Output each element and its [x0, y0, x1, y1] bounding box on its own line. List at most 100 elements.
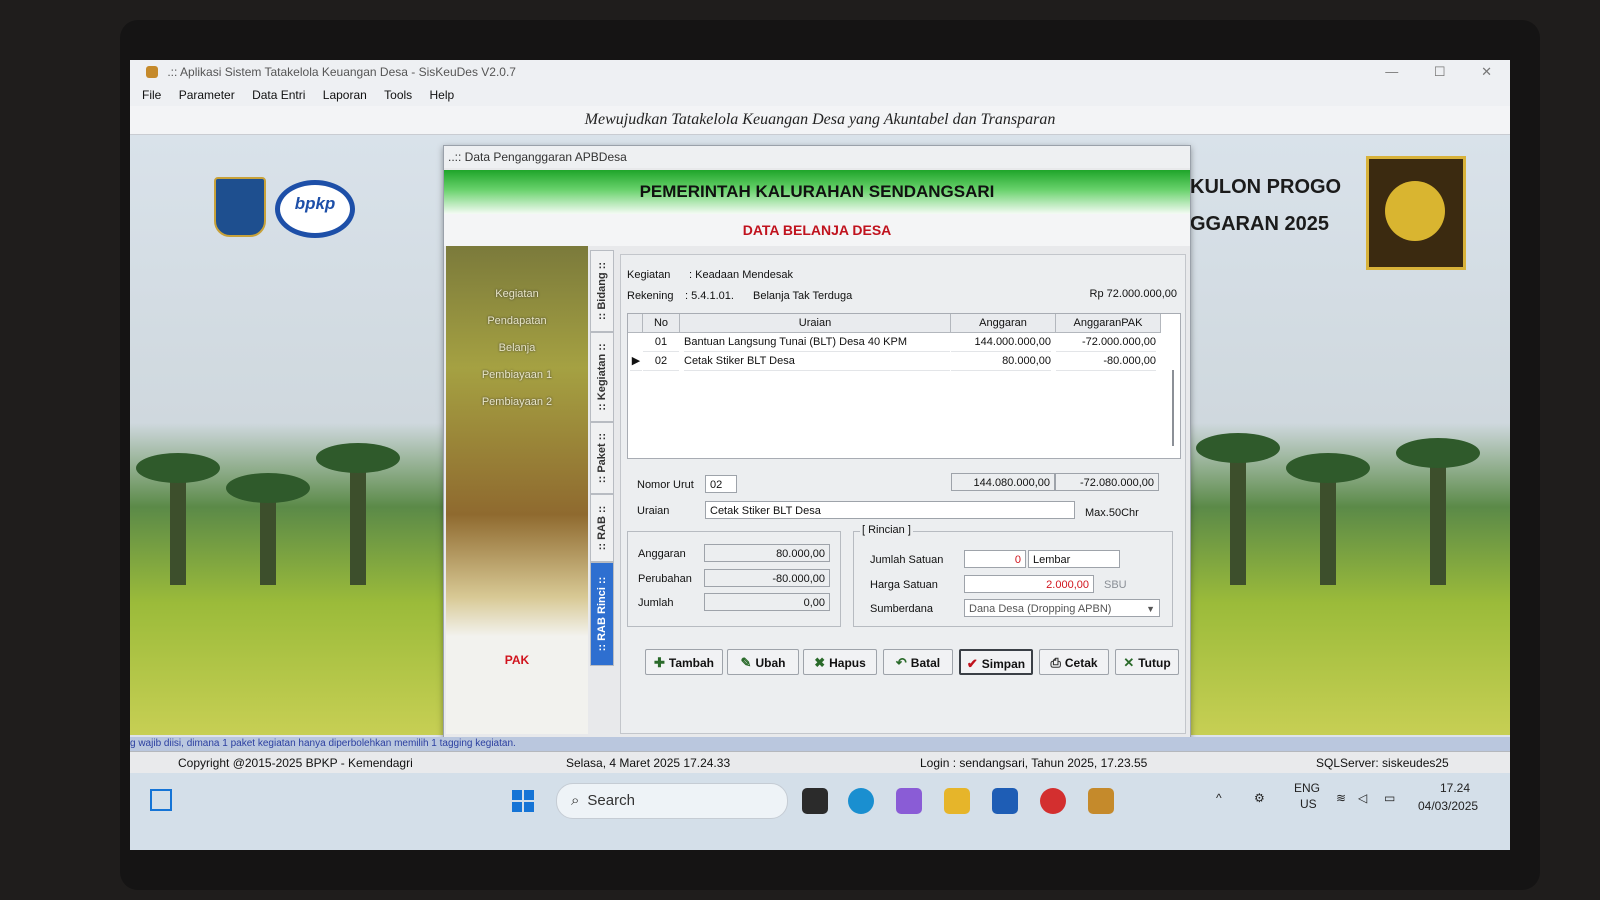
print-icon: ⎙ [1050, 655, 1061, 670]
side-menu-belanja[interactable]: Belanja [446, 335, 588, 362]
row-indicator-header [628, 314, 643, 333]
palm-tree [316, 443, 400, 585]
rincian-group: [ Rincian ] Jumlah Satuan 0 Lembar Harga… [853, 524, 1173, 627]
dialog-titlebar: ..:: Data Penganggaran APBDesa [444, 146, 1190, 168]
batal-button[interactable]: ↶ Batal [883, 649, 953, 675]
selected-row-icon: ▶ [630, 352, 642, 371]
menu-parameter[interactable]: Parameter [179, 88, 235, 102]
cell-anggaran-pak: -72.000.000,00 [1056, 333, 1156, 352]
language-top[interactable]: ENG [1294, 781, 1320, 795]
palm-tree [136, 453, 220, 585]
edge-browser-icon[interactable] [848, 788, 874, 814]
motto-banner: Mewujudkan Tatakelola Keuangan Desa yang… [130, 106, 1510, 135]
clock-time[interactable]: 17.24 [1440, 781, 1470, 795]
table-scrollbar[interactable] [1172, 370, 1174, 446]
palm-tree [1286, 453, 1370, 585]
taskbar-search[interactable]: ⌕ Search [556, 783, 788, 819]
jumlah-satuan-label: Jumlah Satuan [870, 554, 944, 566]
tab-bidang-label: :: Bidang :: [596, 261, 608, 321]
side-menu-pembiayaan-1[interactable]: Pembiayaan 1 [446, 362, 588, 389]
tambah-button[interactable]: ✚ Tambah [645, 649, 723, 675]
side-menu-pendapatan[interactable]: Pendapatan [446, 308, 588, 335]
delete-icon: ✖ [814, 655, 826, 670]
tab-rab-rinci-label: :: RAB Rinci :: [596, 576, 608, 652]
satuan-input[interactable]: Lembar [1028, 550, 1120, 568]
rekening-label: Rekening [627, 290, 674, 302]
task-view-icon[interactable] [802, 788, 828, 814]
kegiatan-value: : Keadaan Mendesak [689, 269, 793, 281]
wifi-icon[interactable]: ≋ [1336, 791, 1346, 805]
tab-kegiatan[interactable]: :: Kegiatan :: [590, 332, 614, 422]
volume-icon[interactable]: ◁ [1358, 791, 1367, 805]
sumberdana-select[interactable]: Dana Desa (Dropping APBN) ▼ [964, 599, 1160, 617]
side-menu-kegiatan[interactable]: Kegiatan [446, 281, 588, 308]
menu-file[interactable]: File [142, 88, 161, 102]
tab-rab-rinci[interactable]: :: RAB Rinci :: [590, 562, 614, 666]
harga-satuan-label: Harga Satuan [870, 579, 938, 591]
close-window-icon[interactable]: ✕ [1481, 64, 1492, 79]
col-header-anggaran[interactable]: Anggaran [951, 314, 1056, 333]
tab-rab-label: :: RAB :: [596, 505, 608, 551]
cell-uraian: Cetak Stiker BLT Desa [684, 352, 950, 371]
bpkp-logo: bpkp [275, 180, 355, 238]
vertical-tabs: :: Bidang :: :: Kegiatan :: :: Paket :: … [590, 250, 614, 730]
simpan-button[interactable]: ✔ Simpan [959, 649, 1033, 675]
cell-anggaran-pak: -80.000,00 [1056, 352, 1156, 371]
cell-no: 01 [643, 333, 679, 352]
login-info: Login : sendangsari, Tahun 2025, 17.23.5… [920, 756, 1148, 770]
cell-uraian: Bantuan Langsung Tunai (BLT) Desa 40 KPM [684, 333, 950, 352]
widgets-icon[interactable] [150, 789, 172, 811]
menu-laporan[interactable]: Laporan [323, 88, 367, 102]
status-bar: Copyright @2015-2025 BPKP - Kemendagri S… [130, 751, 1510, 774]
cancel-icon: ↶ [895, 655, 907, 670]
nomor-urut-input[interactable]: 02 [705, 475, 737, 493]
jumlah-satuan-input[interactable]: 0 [964, 550, 1026, 568]
harga-satuan-input[interactable]: 2.000,00 [964, 575, 1094, 593]
tab-rab[interactable]: :: RAB :: [590, 494, 614, 562]
close-icon: ✕ [1123, 655, 1135, 670]
file-explorer-icon[interactable] [944, 788, 970, 814]
chevron-down-icon[interactable]: ▼ [1146, 600, 1155, 616]
start-button[interactable] [512, 790, 534, 812]
col-header-anggaran-pak[interactable]: AnggaranPAK [1056, 314, 1161, 333]
budget-summary-group: Anggaran 80.000,00 Perubahan -80.000,00 … [627, 531, 841, 627]
clock-date[interactable]: 04/03/2025 [1418, 799, 1478, 813]
rekening-total-amount: Rp 72.000.000,00 [1089, 288, 1177, 300]
menu-data-entri[interactable]: Data Entri [252, 88, 305, 102]
tab-paket[interactable]: :: Paket :: [590, 422, 614, 494]
tab-bidang[interactable]: :: Bidang :: [590, 250, 614, 332]
ubah-button[interactable]: ✎ Ubah [727, 649, 799, 675]
side-menu: Kegiatan Pendapatan Belanja Pembiayaan 1… [446, 281, 588, 416]
language-bottom[interactable]: US [1300, 797, 1317, 811]
data-penganggaran-dialog: ..:: Data Penganggaran APBDesa PEMERINTA… [443, 145, 1191, 739]
cell-anggaran: 80.000,00 [951, 352, 1051, 371]
pak-label[interactable]: PAK [446, 653, 588, 667]
palm-tree [1196, 433, 1280, 585]
ubah-button-label: Ubah [755, 656, 786, 670]
cell-anggaran: 144.000.000,00 [951, 333, 1051, 352]
hapus-button[interactable]: ✖ Hapus [803, 649, 877, 675]
chevron-up-icon[interactable]: ^ [1216, 791, 1222, 805]
side-menu-panel: Kegiatan Pendapatan Belanja Pembiayaan 1… [446, 246, 588, 734]
battery-icon[interactable]: ▭ [1384, 791, 1395, 805]
tutup-button[interactable]: ✕ Tutup [1115, 649, 1179, 675]
perubahan-label: Perubahan [638, 573, 692, 585]
col-header-no[interactable]: No [643, 314, 680, 333]
sbu-link[interactable]: SBU [1104, 579, 1127, 591]
window-controls: — ☐ ✕ [1353, 60, 1492, 84]
minimize-icon[interactable]: — [1385, 64, 1398, 79]
uraian-input[interactable]: Cetak Stiker BLT Desa [705, 501, 1075, 519]
word-icon[interactable] [992, 788, 1018, 814]
government-banner: PEMERINTAH KALURAHAN SENDANGSARI [444, 170, 1190, 214]
menu-help[interactable]: Help [430, 88, 455, 102]
cetak-button[interactable]: ⎙ Cetak [1039, 649, 1109, 675]
menu-tools[interactable]: Tools [384, 88, 412, 102]
network-status-icon[interactable]: ⚙ [1254, 791, 1265, 805]
copilot-icon[interactable] [896, 788, 922, 814]
col-header-uraian[interactable]: Uraian [680, 314, 951, 333]
side-menu-pembiayaan-2[interactable]: Pembiayaan 2 [446, 389, 588, 416]
siskeudes-app-icon[interactable] [1088, 788, 1114, 814]
wps-office-icon[interactable] [1040, 788, 1066, 814]
anggaran-label: Anggaran [638, 548, 686, 560]
maximize-icon[interactable]: ☐ [1434, 64, 1446, 79]
